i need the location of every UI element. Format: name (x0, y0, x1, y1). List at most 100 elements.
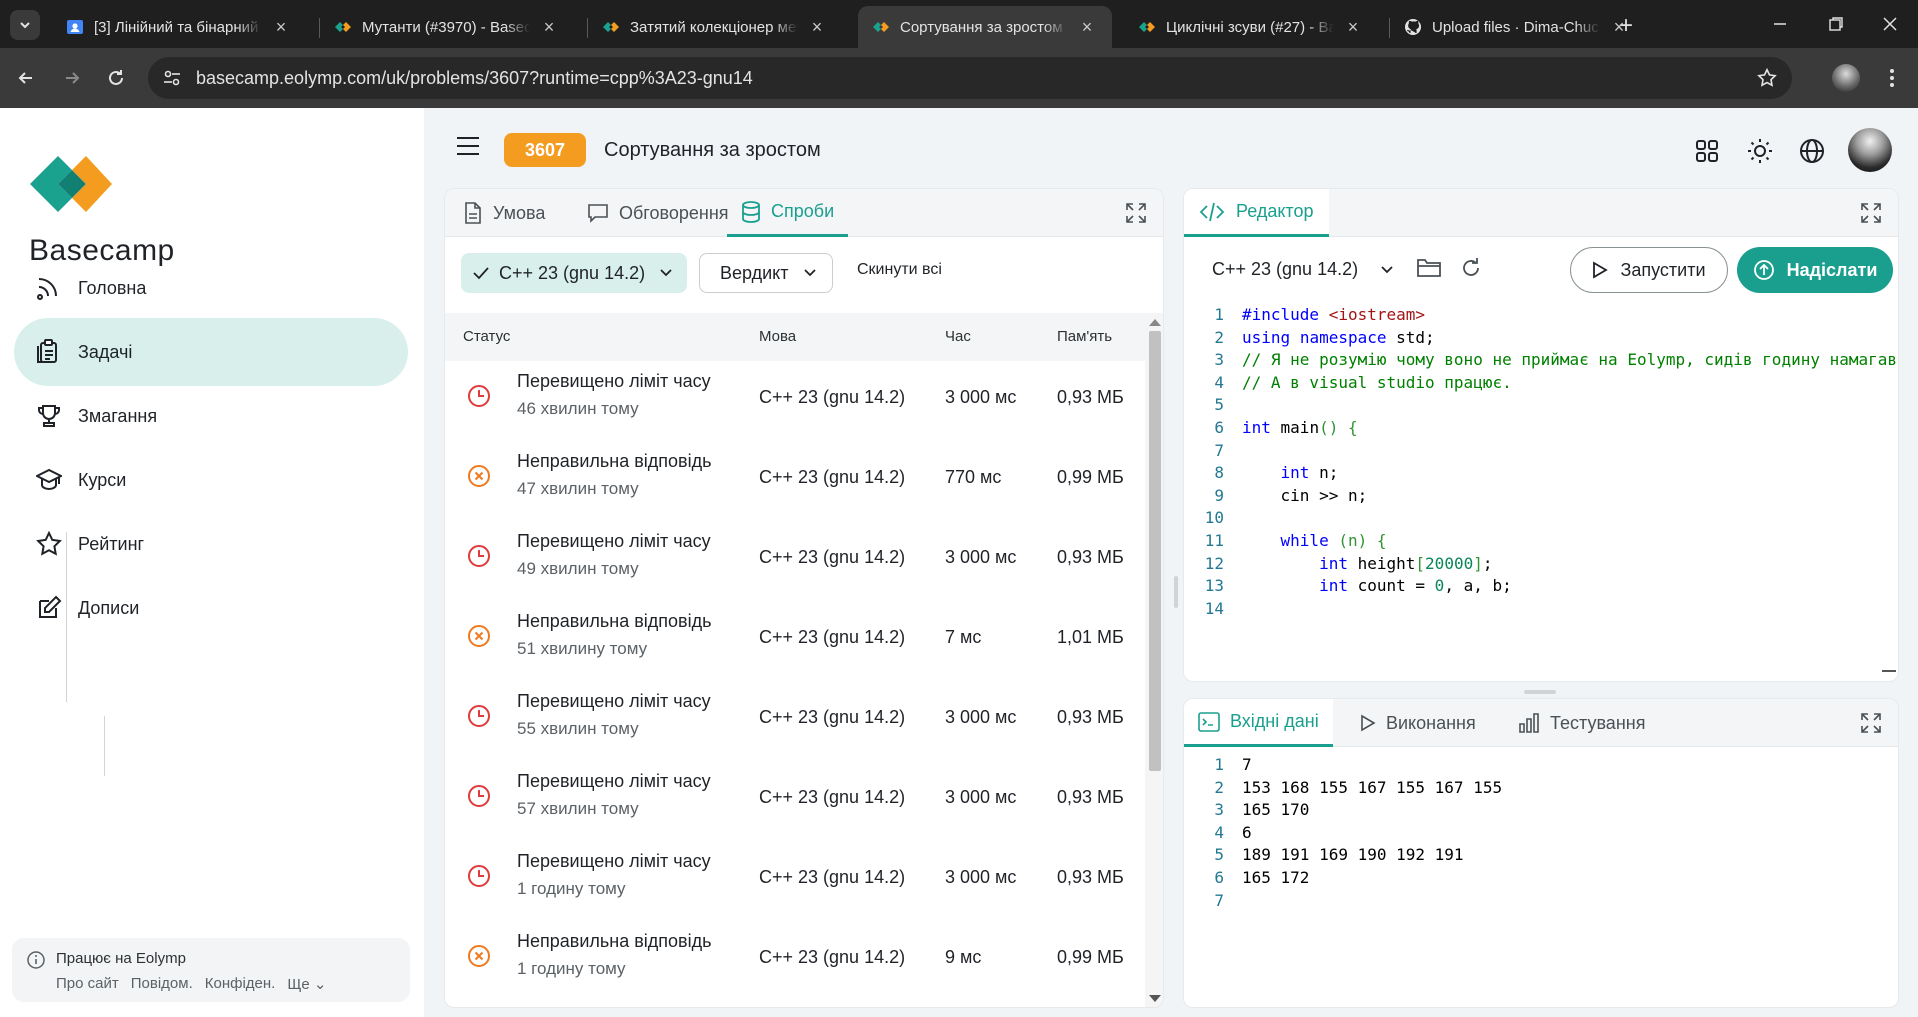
input-text: 165 170 (1242, 800, 1310, 820)
run-button[interactable]: Запустити (1570, 247, 1728, 293)
browser-tab[interactable]: Затятий колекціонер метеликів × (588, 6, 842, 48)
submit-button-label: Надіслати (1786, 259, 1878, 280)
code-editor[interactable]: 1 #include <iostream> 2 using namespace std… (1184, 305, 1898, 681)
expand-icon[interactable] (1860, 202, 1882, 224)
language-button[interactable] (1797, 136, 1827, 166)
submission-row[interactable]: Неправильна відповідь 47 хвилин тому C++ 2… (445, 437, 1145, 517)
close-tab-icon[interactable]: × (538, 17, 560, 38)
verdict-filter[interactable]: Вердикт (699, 253, 833, 293)
sidebar-item[interactable]: Задачі (14, 318, 408, 386)
submission-row[interactable]: Перевищено ліміт часу 46 хвилин тому C++ 2… (445, 357, 1145, 437)
browser-tab[interactable]: Сортування за зростом (#3607) × (858, 6, 1112, 48)
submission-time-ago: 47 хвилин тому (517, 479, 639, 498)
basecamp-icon (1139, 22, 1155, 32)
footer-link[interactable]: Про сайт (56, 975, 119, 993)
submission-language: C++ 23 (gnu 14.2) (759, 867, 906, 887)
browser-tab[interactable]: Циклічні зсуви (#27) - Basecamp × (1124, 6, 1378, 48)
browser-tab[interactable]: Upload files · Dima-Chuchrov × (1390, 6, 1644, 48)
restore-button[interactable] (1808, 0, 1864, 48)
hamburger-menu-icon[interactable] (456, 136, 480, 156)
tab-statement[interactable]: Умова (463, 189, 545, 237)
sidebar-item[interactable]: Рейтинг (14, 510, 408, 578)
globe-icon (1800, 139, 1824, 163)
tab-discussion[interactable]: Обговорення (587, 189, 729, 237)
reload-button[interactable] (100, 62, 132, 94)
tab-execution[interactable]: Виконання (1360, 699, 1476, 747)
close-window-button[interactable] (1862, 0, 1918, 48)
line-number: 12 (1204, 553, 1224, 573)
column-language[interactable]: Мова (759, 328, 796, 345)
close-tab-icon[interactable]: × (1608, 17, 1630, 38)
submission-row[interactable]: Неправильна відповідь 1 годину тому C++ 23… (445, 917, 1145, 997)
scrollbar-thumb[interactable] (1149, 331, 1161, 771)
forward-button[interactable] (56, 62, 88, 94)
code-text: using namespace std; (1242, 327, 1435, 347)
code-text: cin >> n; (1242, 485, 1368, 505)
browser-tab[interactable]: Мутанти (#3970) - Basecamp × (320, 6, 574, 48)
tab-attempts[interactable]: Спроби (727, 189, 849, 237)
sidebar-item[interactable]: Дописи (14, 574, 408, 642)
sidebar-item[interactable]: Курси (14, 446, 408, 514)
line-number: 2 (1214, 327, 1224, 347)
basecamp-logo[interactable] (28, 152, 112, 216)
submission-runtime: 3 000 мс (945, 387, 1017, 407)
submission-row[interactable]: Неправильна відповідь 51 хвилину тому C++ … (445, 597, 1145, 677)
star-icon (36, 531, 62, 556)
submission-row[interactable]: Перевищено ліміт часу 57 хвилин тому C++ 2… (445, 757, 1145, 837)
column-memory[interactable]: Пам'ять (1057, 328, 1112, 345)
sidebar-item[interactable]: Головна (14, 254, 408, 322)
reset-code-icon[interactable] (1460, 257, 1482, 279)
line-number: 11 (1204, 531, 1224, 550)
close-tab-icon[interactable]: × (1342, 17, 1364, 38)
tab-attempts-label: Спроби (771, 201, 835, 221)
footer-link[interactable]: Повідом. (131, 975, 193, 993)
scroll-down-arrow[interactable] (1149, 995, 1161, 1002)
language-filter[interactable]: C++ 23 (gnu 14.2) (461, 253, 687, 293)
editor-language-select[interactable]: C++ 23 (gnu 14.2) (1212, 259, 1394, 280)
bookmark-star-icon[interactable] (1756, 67, 1778, 89)
submit-button[interactable]: Надіслати (1737, 247, 1893, 293)
tab-testing[interactable]: Тестування (1518, 699, 1645, 747)
run-button-label: Запустити (1620, 259, 1706, 280)
url-text[interactable]: basecamp.eolymp.com/uk/problems/3607?run… (196, 68, 753, 89)
theme-toggle-button[interactable] (1745, 136, 1775, 166)
sidebar-footer: Працює на Eolymp Про сайт Повідом. Конфіде… (12, 938, 410, 1002)
reset-filters-button[interactable]: Скинути всі (857, 261, 942, 279)
user-avatar[interactable] (1848, 128, 1892, 172)
sidebar-item[interactable]: Змагання (14, 382, 408, 450)
restore-icon (1829, 17, 1843, 31)
play-icon (1361, 714, 1376, 732)
horizontal-splitter-handle[interactable] (1524, 690, 1556, 694)
tab-search-button[interactable] (10, 10, 40, 40)
vertical-splitter-handle[interactable] (1174, 576, 1178, 608)
bar-chart-icon (1519, 713, 1539, 733)
submission-row[interactable]: Перевищено ліміт часу 55 хвилин тому C++ 2… (445, 677, 1145, 757)
footer-link[interactable]: Ще ⌄ (287, 975, 326, 993)
column-time[interactable]: Час (945, 328, 971, 345)
tab-input[interactable]: Вхідні дані (1184, 699, 1333, 747)
footer-link[interactable]: Конфіден. (205, 975, 276, 993)
browser-menu-button[interactable] (1878, 64, 1906, 92)
tab-editor[interactable]: Редактор (1184, 189, 1330, 237)
site-settings-icon[interactable] (162, 68, 182, 88)
submission-status: Неправильна відповідь (517, 611, 712, 631)
apps-grid-button[interactable] (1692, 136, 1722, 166)
submission-memory: 0,93 МБ (1057, 787, 1124, 807)
close-tab-icon[interactable]: × (1076, 17, 1098, 38)
submissions-scrollbar[interactable] (1145, 313, 1163, 1007)
column-status[interactable]: Статус (463, 328, 510, 345)
folder-icon[interactable] (1416, 257, 1442, 279)
input-text: 7 (1242, 755, 1252, 774)
expand-icon[interactable] (1125, 202, 1147, 224)
browser-profile-avatar[interactable] (1832, 64, 1860, 92)
close-tab-icon[interactable]: × (270, 17, 292, 38)
browser-tab[interactable]: [3] Лінійний та бінарний пошук × (52, 6, 306, 48)
minimize-button[interactable] (1752, 0, 1808, 48)
omnibox[interactable]: basecamp.eolymp.com/uk/problems/3607?run… (148, 57, 1792, 99)
submission-row[interactable]: Перевищено ліміт часу 1 годину тому C++ 23… (445, 837, 1145, 917)
submission-row[interactable]: Перевищено ліміт часу 49 хвилин тому C++ 2… (445, 517, 1145, 597)
scroll-up-arrow[interactable] (1149, 319, 1161, 326)
expand-icon[interactable] (1860, 712, 1882, 734)
close-tab-icon[interactable]: × (806, 17, 828, 38)
back-button[interactable] (10, 62, 42, 94)
